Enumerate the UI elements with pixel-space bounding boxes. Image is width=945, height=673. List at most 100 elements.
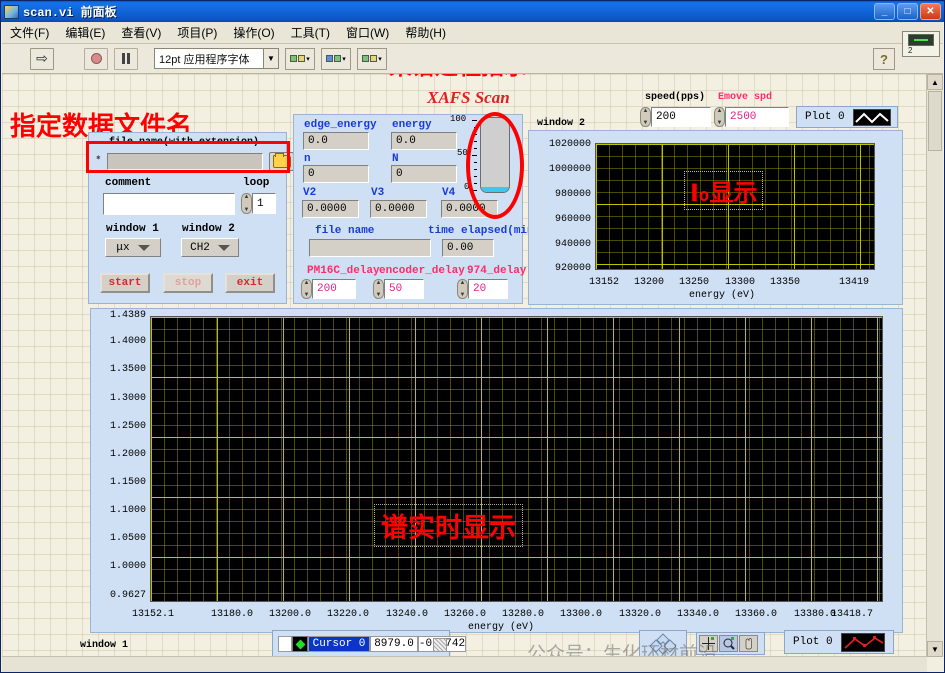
emove-spd-input[interactable]: 2500 [725, 107, 789, 127]
d974-delay-input[interactable]: 20 [468, 279, 508, 299]
i0-ytick-5: 920000 [554, 263, 591, 274]
i0-ytick-3: 960000 [554, 214, 591, 225]
context-help-icon[interactable]: 2 [902, 31, 940, 57]
vertical-scroll-thumb[interactable] [928, 91, 942, 151]
window2-ring-select[interactable]: CH2 [181, 238, 239, 257]
align-objects-icon[interactable]: ▾ [285, 47, 315, 70]
labview-vi-icon [4, 4, 19, 19]
N-value: 0 [391, 165, 457, 183]
resize-objects-icon[interactable]: ▾ [357, 47, 387, 70]
cursor-lock-cell[interactable] [278, 636, 292, 652]
pause-icon[interactable] [114, 47, 138, 70]
spec-xtick-13: 13418.7 [831, 609, 874, 620]
vertical-scrollbar[interactable]: ▲ ▼ [926, 74, 943, 657]
bottom-plot-legend[interactable]: Plot 0 [784, 630, 894, 654]
spectrum-plot-area[interactable] [150, 316, 883, 602]
n-value: 0 [303, 165, 369, 183]
i0-xtick-1: 13200 [634, 277, 665, 288]
tank-tick-100: 100 [450, 114, 467, 124]
help-question-icon[interactable]: ? [873, 48, 895, 70]
maximize-button[interactable]: □ [897, 3, 918, 20]
spec-xtick-11: 13380.0 [794, 609, 837, 620]
pm16c-delay-input[interactable]: 200 [312, 279, 356, 299]
spec-ytick-9: 1.0000 [109, 561, 146, 572]
run-arrow-icon[interactable]: ⇨ [30, 47, 54, 70]
pan-hand-icon[interactable] [739, 635, 758, 652]
exit-button[interactable]: exit [225, 273, 275, 293]
annotation-i0: I₀显示 [684, 171, 764, 210]
spec-xtick-1: 13180.0 [211, 609, 254, 620]
status-window1-label: window 1 [80, 640, 129, 651]
menu-item-view[interactable]: 查看(V) [121, 24, 161, 41]
menu-item-window[interactable]: 窗口(W) [346, 24, 389, 41]
v4-label: V4 [442, 187, 456, 199]
pm16c-delay-spinner[interactable]: ▲ ▼ [301, 279, 312, 299]
menu-item-tools[interactable]: 工具(T) [291, 24, 330, 41]
window1-ring-select[interactable]: μx [105, 238, 161, 257]
spec-xtick-10: 13360.0 [735, 609, 778, 620]
v2-label: V2 [303, 187, 317, 199]
comment-label: comment [105, 177, 152, 189]
menu-item-help[interactable]: 帮助(H) [405, 24, 446, 41]
menu-item-edit[interactable]: 编辑(E) [65, 24, 105, 41]
d974-delay-label: 974_delay [467, 265, 527, 277]
cursor-marker-icon[interactable] [292, 636, 308, 652]
cursor-x-value[interactable]: 8979.0 [370, 636, 418, 652]
chevron-down-icon[interactable]: ▼ [264, 48, 279, 69]
abort-icon[interactable] [84, 47, 108, 70]
v3-label: V3 [371, 187, 385, 199]
encoder-delay-input[interactable]: 50 [384, 279, 424, 299]
close-button[interactable]: ✕ [920, 3, 941, 20]
scroll-up-arrow-icon[interactable]: ▲ [927, 74, 943, 90]
emove-spd-spinner[interactable]: ▲ ▼ [714, 107, 725, 127]
spec-ytick-4: 1.2500 [109, 421, 146, 432]
speed-spinner[interactable]: ▲ ▼ [640, 107, 651, 127]
i0-graph[interactable]: 1020000 1000000 980000 960000 940000 920… [528, 130, 903, 305]
speed-label: speed(pps) [645, 92, 706, 103]
menu-item-file[interactable]: 文件(F) [10, 24, 49, 41]
annotation-spectrum: 谱实时显示 [374, 504, 523, 547]
spectrum-graph[interactable]: 1.4389 1.4000 1.3500 1.3000 1.2500 1.200… [90, 308, 903, 633]
spec-xtick-3: 13220.0 [327, 609, 370, 620]
v2-value: 0.0000 [302, 200, 359, 218]
cursor-legend[interactable]: Cursor 0 8979.0 -0.2742 [272, 630, 466, 657]
zoom-magnifier-icon[interactable] [719, 635, 738, 652]
menu-bar: 文件(F) 编辑(E) 查看(V) 项目(P) 操作(O) 工具(T) 窗口(W… [2, 22, 943, 44]
energy-value: 0.0 [391, 132, 457, 150]
encoder-delay-spinner[interactable]: ▲ ▼ [373, 279, 384, 299]
d974-delay-spinner[interactable]: ▲ ▼ [457, 279, 468, 299]
scroll-down-arrow-icon[interactable]: ▼ [927, 641, 943, 657]
spec-ytick-2: 1.3500 [109, 364, 146, 375]
loop-input[interactable]: 1 [252, 193, 276, 214]
spec-xaxis-title: energy (eV) [468, 622, 535, 633]
menu-item-project[interactable]: 项目(P) [177, 24, 217, 41]
loop-spinner[interactable]: ▲ ▼ [241, 193, 252, 214]
cursor-mover-icon[interactable] [433, 638, 447, 652]
N-label: N [392, 153, 399, 165]
chevron-down-icon [137, 244, 150, 251]
start-button[interactable]: start [100, 273, 150, 293]
loop-label: loop [243, 177, 270, 189]
stop-button[interactable]: stop [163, 273, 213, 293]
i0-ytick-4: 940000 [554, 239, 591, 250]
encoder-delay-label: encoder_delay [379, 265, 465, 277]
font-selector-value[interactable]: 12pt 应用程序字体 [154, 48, 264, 69]
annotation-progress: 采谱进程指示 [389, 74, 527, 81]
spec-ytick-8: 1.0500 [109, 533, 146, 544]
horizontal-scrollbar[interactable] [2, 656, 927, 672]
speed-input[interactable]: 200 [651, 107, 711, 127]
window-title: scan.vi 前面板 [23, 6, 117, 20]
i0-xtick-3: 13300 [725, 277, 756, 288]
top-plot-legend-label: Plot 0 [805, 111, 845, 123]
distribute-objects-icon[interactable]: ▾ [321, 47, 351, 70]
window-title-bar: scan.vi 前面板 _ □ ✕ [1, 1, 944, 22]
cursor-name[interactable]: Cursor 0 [308, 636, 370, 652]
graph-top-window-label: window 2 [537, 118, 586, 129]
waveform-line-icon [840, 632, 885, 652]
top-plot-legend[interactable]: Plot 0 [796, 106, 898, 128]
minimize-button[interactable]: _ [874, 3, 895, 20]
spec-xtick-8: 13320.0 [619, 609, 662, 620]
comment-input[interactable] [103, 193, 235, 215]
labview-front-panel-window: scan.vi 前面板 _ □ ✕ 文件(F) 编辑(E) 查看(V) 项目(P… [0, 0, 945, 673]
menu-item-operate[interactable]: 操作(O) [233, 24, 274, 41]
